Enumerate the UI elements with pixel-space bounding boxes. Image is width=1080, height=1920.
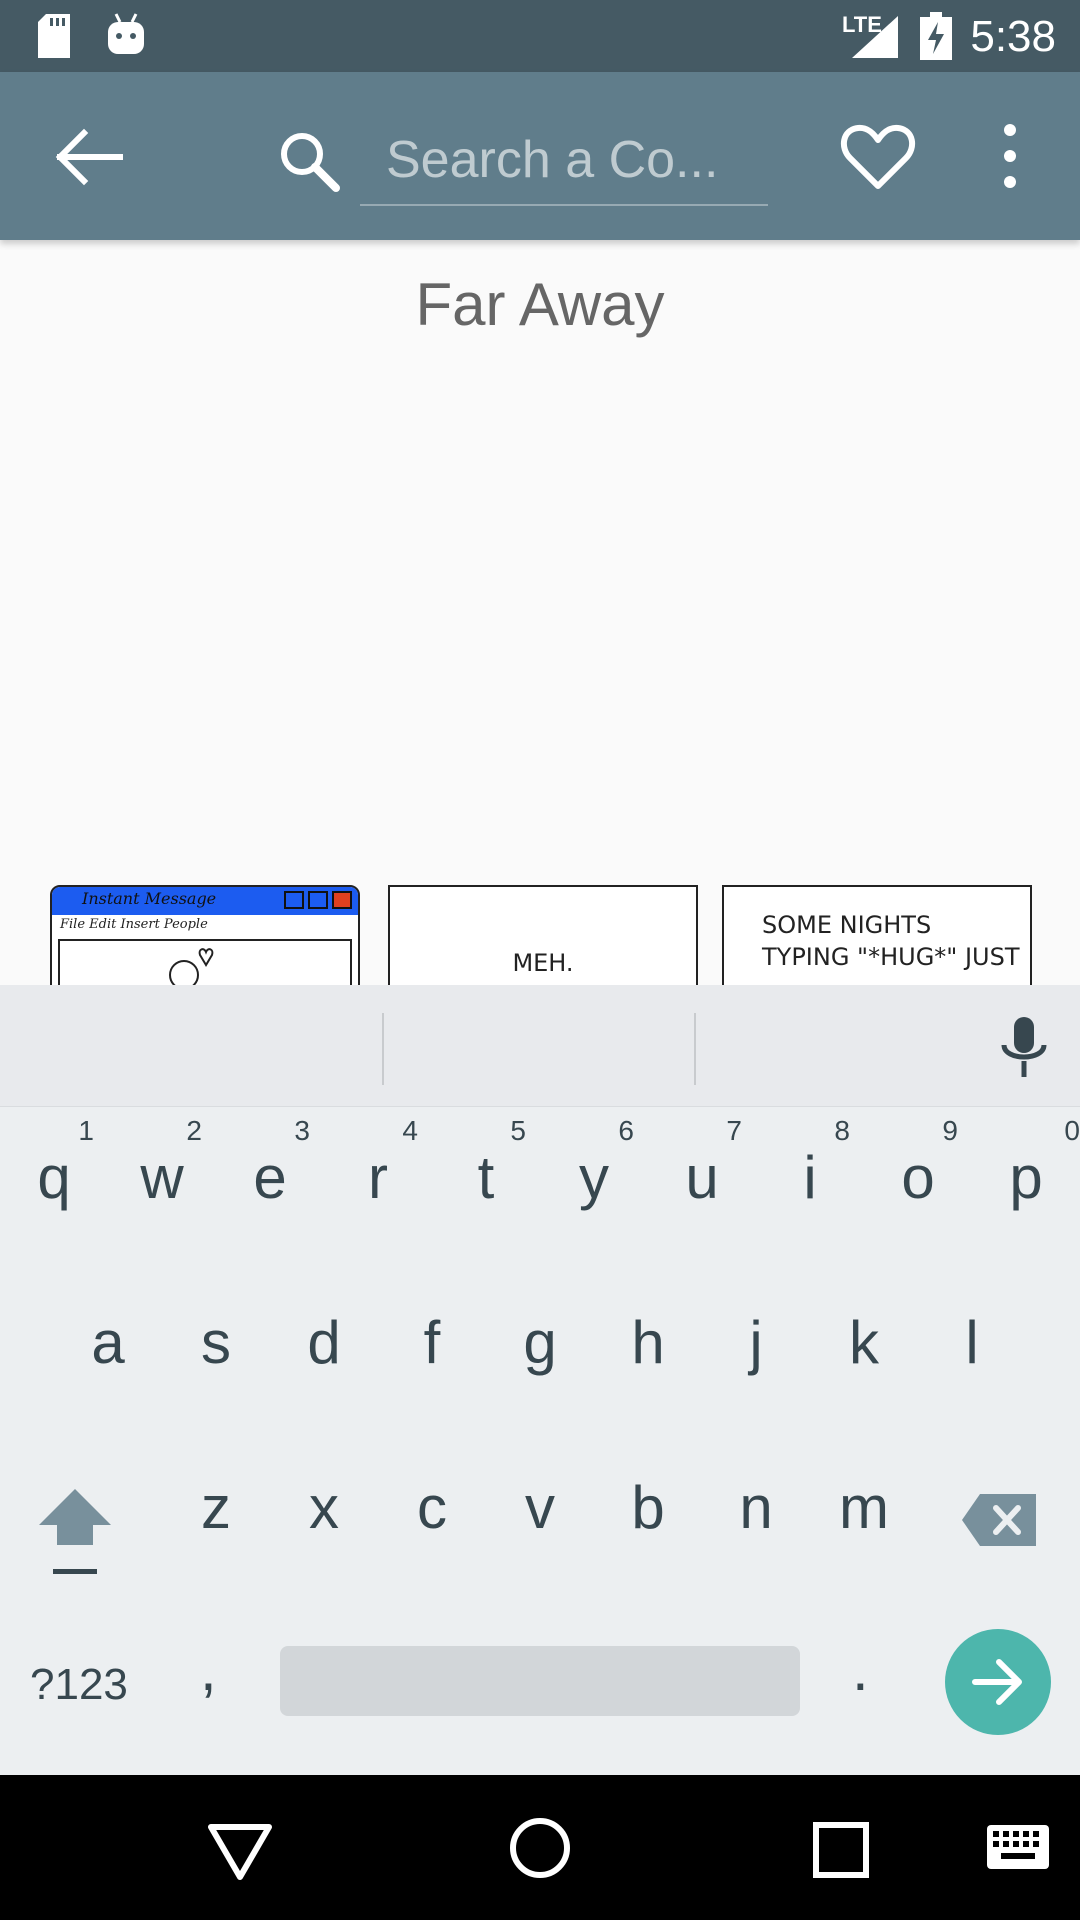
comic-panel-3-text: SOME NIGHTS TYPING "*HUG*" JUST: [762, 909, 1020, 973]
soft-keyboard: 1q 2w 3e 4r 5t 6y 7u 8i 9o 0p a s d f g …: [0, 985, 1080, 1775]
im-window-title: Instant Message: [82, 889, 217, 908]
comic-panel-3-line-2: TYPING "*HUG*" JUST: [762, 943, 1020, 971]
key-g[interactable]: g: [490, 1280, 590, 1400]
battery-charging-icon: [920, 12, 952, 60]
key-t-label: t: [477, 1144, 495, 1211]
arrow-back-icon[interactable]: [40, 112, 130, 202]
key-x-label: x: [309, 1474, 339, 1541]
key-j-label: j: [749, 1309, 763, 1376]
key-h-label: h: [631, 1309, 665, 1376]
key-z-label: z: [201, 1474, 231, 1541]
key-v[interactable]: v: [490, 1445, 590, 1565]
key-d-label: d: [307, 1309, 341, 1376]
key-o[interactable]: 9o: [868, 1115, 968, 1235]
key-l[interactable]: l: [922, 1280, 1022, 1400]
back-triangle-icon[interactable]: [205, 1815, 275, 1885]
key-v-label: v: [525, 1474, 555, 1541]
key-f[interactable]: f: [382, 1280, 482, 1400]
key-c-label: c: [417, 1474, 447, 1541]
key-p-label: p: [1009, 1144, 1043, 1211]
key-r-label: r: [368, 1144, 388, 1211]
key-m[interactable]: m: [814, 1445, 914, 1565]
backspace-icon[interactable]: [960, 1490, 1040, 1550]
key-e[interactable]: 3e: [220, 1115, 320, 1235]
comma-key[interactable]: ,: [200, 1635, 217, 1704]
key-i-label: i: [803, 1144, 817, 1211]
key-s[interactable]: s: [166, 1280, 266, 1400]
search-input[interactable]: [360, 116, 768, 206]
comic-panel-2-text: MEH.: [512, 949, 574, 977]
space-bar[interactable]: [280, 1646, 800, 1716]
suggestion-strip: [0, 985, 1080, 1107]
microphone-icon[interactable]: [996, 1015, 1052, 1085]
heart-outline-icon[interactable]: [838, 116, 918, 196]
key-a-label: a: [91, 1309, 125, 1376]
shift-icon[interactable]: [35, 1485, 115, 1585]
key-c[interactable]: c: [382, 1445, 482, 1565]
key-y-label: y: [579, 1144, 609, 1211]
arrow-forward-icon: [972, 1659, 1022, 1705]
key-z[interactable]: z: [166, 1445, 266, 1565]
keyboard-switch-icon[interactable]: [985, 1823, 1051, 1871]
key-o-label: o: [901, 1144, 935, 1211]
key-j[interactable]: j: [706, 1280, 806, 1400]
key-k[interactable]: k: [814, 1280, 914, 1400]
comic-title: Far Away: [415, 271, 665, 338]
minimize-icon: [284, 891, 304, 909]
suggestion-divider: [382, 1013, 384, 1085]
comic-panel-3-line-1: SOME NIGHTS: [762, 911, 932, 939]
key-m-label: m: [839, 1474, 889, 1541]
key-y[interactable]: 6y: [544, 1115, 644, 1235]
enter-key[interactable]: [945, 1629, 1051, 1735]
key-q[interactable]: 1q: [4, 1115, 104, 1235]
comic-panel-3: SOME NIGHTS TYPING "*HUG*" JUST: [722, 885, 1032, 985]
key-b-label: b: [631, 1474, 665, 1541]
im-window-menu: File Edit Insert People: [60, 917, 208, 932]
key-d[interactable]: d: [274, 1280, 374, 1400]
suggestion-divider: [694, 1013, 696, 1085]
search-icon[interactable]: [270, 122, 350, 202]
comic-panel-2: MEH.: [388, 885, 698, 985]
key-p[interactable]: 0p: [976, 1115, 1080, 1235]
android-debug-icon: [108, 13, 144, 54]
key-w[interactable]: 2w: [112, 1115, 212, 1235]
comic-image[interactable]: Instant Message File Edit Insert People …: [50, 885, 1032, 985]
navigation-bar: [0, 1775, 1080, 1920]
recents-square-icon[interactable]: [806, 1815, 876, 1885]
sd-card-icon: [38, 14, 70, 58]
key-h[interactable]: h: [598, 1280, 698, 1400]
key-n[interactable]: n: [706, 1445, 806, 1565]
key-b[interactable]: b: [598, 1445, 698, 1565]
status-time: 5:38: [970, 12, 1056, 61]
key-x[interactable]: x: [274, 1445, 374, 1565]
key-u[interactable]: 7u: [652, 1115, 752, 1235]
key-s-label: s: [201, 1309, 231, 1376]
key-k-label: k: [849, 1309, 879, 1376]
key-a[interactable]: a: [58, 1280, 158, 1400]
period-key[interactable]: .: [852, 1635, 869, 1704]
key-e-label: e: [253, 1144, 287, 1211]
key-t[interactable]: 5t: [436, 1115, 536, 1235]
close-icon: [332, 891, 352, 909]
status-bar: LTE 5:38: [0, 0, 1080, 72]
key-q-label: q: [37, 1144, 71, 1211]
comic-panel-1: Instant Message File Edit Insert People: [50, 885, 360, 985]
maximize-icon: [308, 891, 328, 909]
key-u-label: u: [685, 1144, 719, 1211]
more-vert-icon[interactable]: [990, 116, 1030, 196]
key-g-label: g: [523, 1309, 557, 1376]
key-w-label: w: [140, 1144, 184, 1211]
key-r[interactable]: 4r: [328, 1115, 428, 1235]
heart-doodle-icon: [169, 948, 214, 985]
im-window-body: [58, 939, 352, 985]
signal-icon: [852, 16, 898, 58]
app-toolbar: [0, 72, 1080, 240]
key-f-label: f: [423, 1309, 441, 1376]
key-i[interactable]: 8i: [760, 1115, 860, 1235]
key-n-label: n: [739, 1474, 773, 1541]
symbols-key[interactable]: ?123: [30, 1660, 128, 1710]
key-l-label: l: [965, 1309, 979, 1376]
im-window-buttons: [284, 891, 352, 909]
home-circle-icon[interactable]: [505, 1813, 575, 1883]
